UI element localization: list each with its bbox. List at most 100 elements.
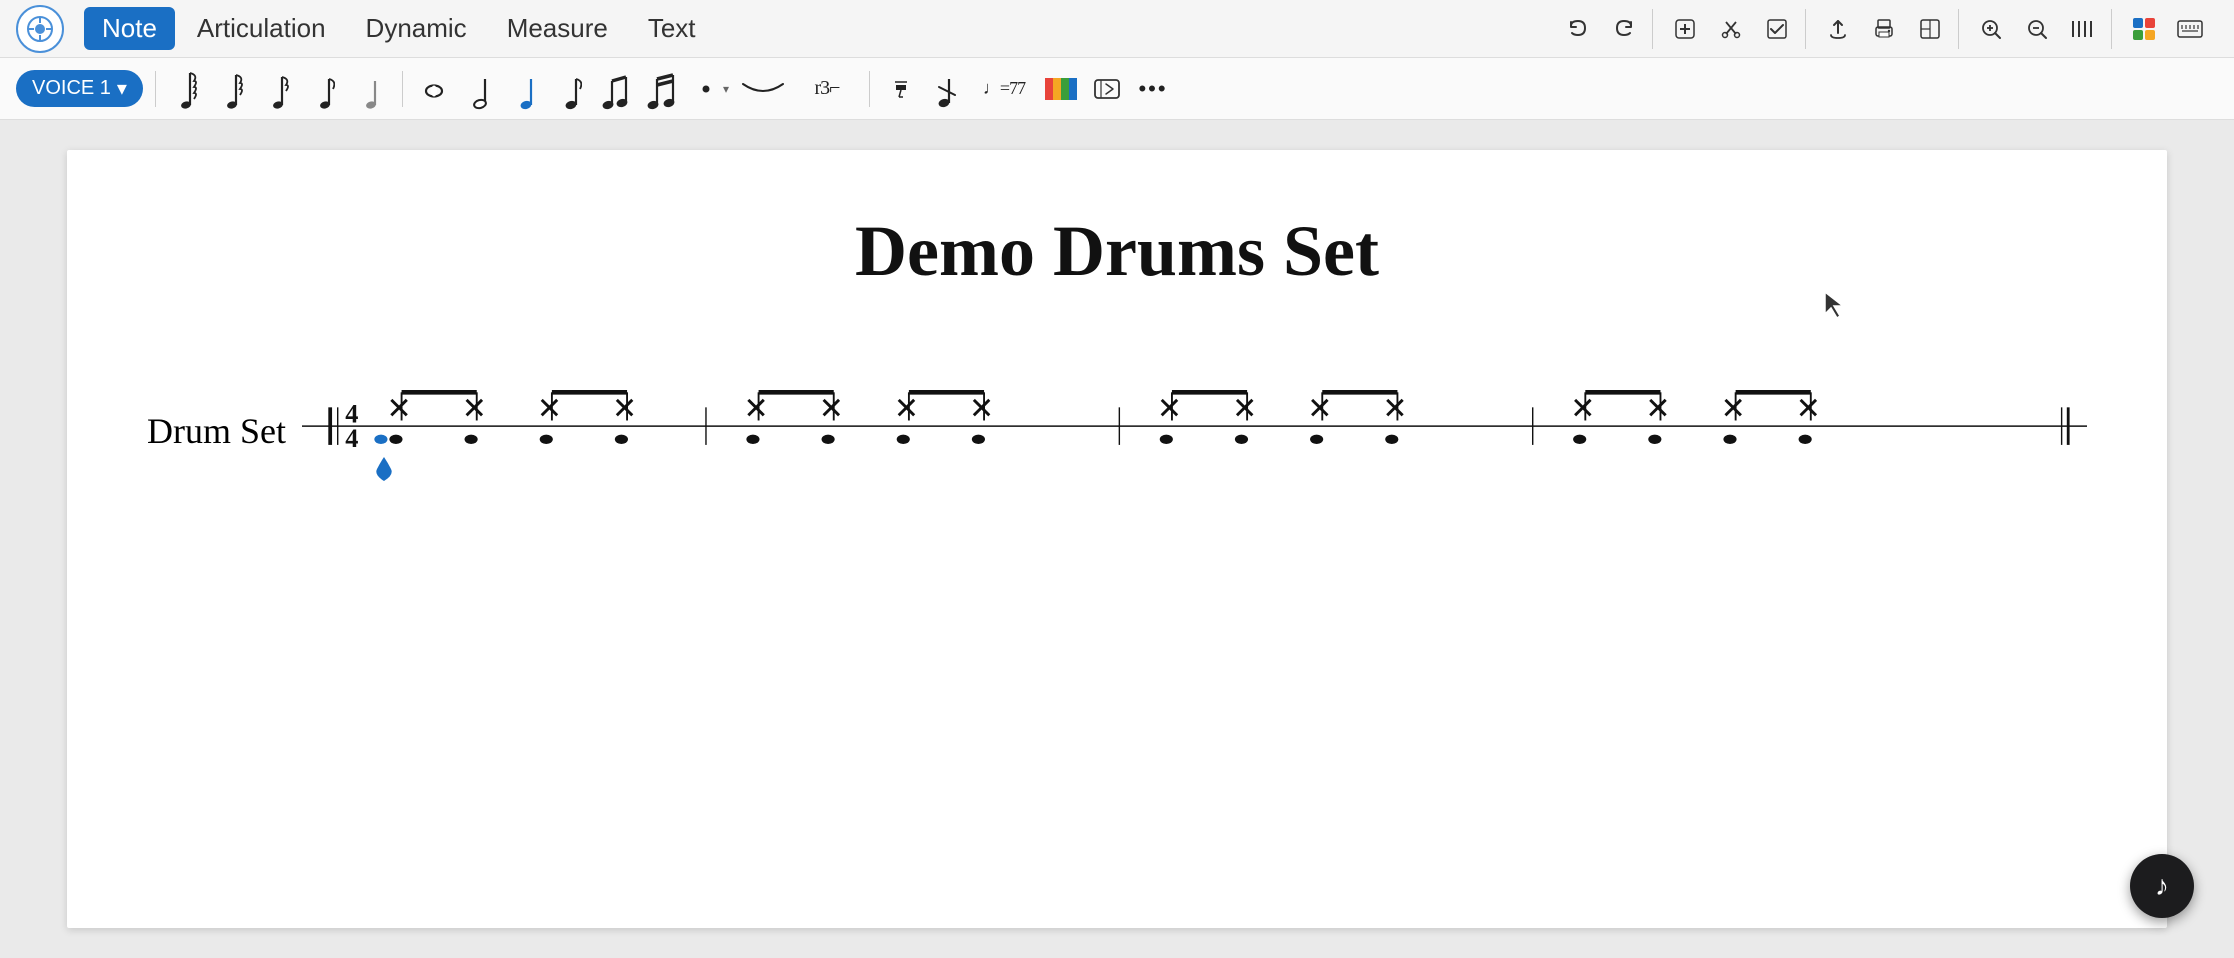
svg-text:✕: ✕	[387, 392, 412, 426]
toolbar-sep-3	[869, 71, 870, 107]
rest-icon	[892, 67, 910, 111]
barlines-icon	[2070, 18, 2096, 40]
note-32nd-icon	[222, 67, 244, 111]
svg-text:✕: ✕	[894, 392, 919, 426]
svg-text:✕: ✕	[1232, 392, 1257, 426]
add-icon	[1674, 18, 1696, 40]
zoom-out-button[interactable]	[2017, 9, 2057, 49]
zoom-in-icon	[1980, 18, 2002, 40]
note-64th-button[interactable]	[168, 67, 206, 111]
logo-icon	[26, 15, 54, 43]
more-button[interactable]: •••	[1134, 67, 1172, 111]
cursor-icon	[1823, 290, 1847, 320]
note-half-button[interactable]	[461, 67, 499, 111]
note-beamed16th-button[interactable]	[645, 67, 683, 111]
print-icon	[1873, 18, 1895, 40]
svg-text:✕: ✕	[1382, 392, 1407, 426]
rest-button[interactable]	[882, 67, 920, 111]
staff-svg: 4 4 ✕	[302, 373, 2087, 483]
floating-music-button[interactable]: ♪	[2130, 854, 2194, 918]
cut-button[interactable]	[1711, 9, 1751, 49]
note-beamed16th-icon	[647, 67, 681, 111]
metronome-button[interactable]: ♩=77	[974, 67, 1034, 111]
keyboard-icon	[2177, 18, 2203, 40]
note-quarter-dim-button[interactable]	[352, 67, 390, 111]
barlines-button[interactable]	[2063, 9, 2103, 49]
staff-container[interactable]: 4 4 ✕	[302, 373, 2087, 488]
tab-dynamic[interactable]: Dynamic	[348, 7, 485, 50]
blue-drop-indicator	[374, 455, 394, 488]
note-quarter-selected-button[interactable]	[507, 67, 545, 111]
tab-measure[interactable]: Measure	[489, 7, 626, 50]
svg-text:✕: ✕	[1157, 392, 1182, 426]
print-button[interactable]	[1864, 9, 1904, 49]
svg-text:✕: ✕	[537, 392, 562, 426]
tab-text[interactable]: Text	[630, 7, 714, 50]
note-eighth2-button[interactable]	[553, 67, 591, 111]
voice-selector[interactable]: VOICE 1 ▾	[16, 70, 143, 107]
score-page: Demo Drums Set Drum Set 4 4	[67, 150, 2167, 928]
tuplet-label: r3⌐	[815, 77, 840, 100]
keyboard-button[interactable]	[2170, 9, 2210, 49]
note-whole-button[interactable]	[415, 67, 453, 111]
toolbar-sep-1	[155, 71, 156, 107]
note-whole-icon	[423, 76, 445, 102]
cut-note-button[interactable]	[928, 67, 966, 111]
undo-icon	[1567, 18, 1589, 40]
metronome-label: ♩=77	[983, 78, 1025, 99]
note-eighth-button[interactable]	[306, 67, 344, 111]
svg-text:✕: ✕	[1796, 392, 1821, 426]
voice-dropdown-arrow: ▾	[117, 76, 127, 101]
top-nav-bar: Note Articulation Dynamic Measure Text	[0, 0, 2234, 58]
svg-text:✕: ✕	[462, 392, 487, 426]
main-content: Demo Drums Set Drum Set 4 4	[0, 120, 2234, 958]
note-64th-icon	[176, 67, 198, 111]
toolbar-sep-2	[402, 71, 403, 107]
layout-button[interactable]	[1910, 9, 1950, 49]
upload-icon	[1827, 18, 1849, 40]
svg-text:✕: ✕	[1307, 392, 1332, 426]
add-button[interactable]	[1665, 9, 1705, 49]
score-title: Demo Drums Set	[147, 210, 2087, 293]
colors-button[interactable]	[1042, 67, 1080, 111]
aug-dot-button[interactable]	[691, 67, 721, 111]
drop-icon	[374, 455, 394, 483]
check-button[interactable]	[1757, 9, 1797, 49]
tab-articulation[interactable]: Articulation	[179, 7, 344, 50]
logo-button[interactable]	[16, 5, 64, 53]
note-32nd-button[interactable]	[214, 67, 252, 111]
erase-icon	[1093, 76, 1121, 102]
erase-button[interactable]	[1088, 67, 1126, 111]
tuplet-button[interactable]: r3⌐	[797, 67, 857, 111]
instrument-label: Drum Set	[147, 410, 286, 452]
aug-dot-icon	[697, 80, 715, 98]
upload-button[interactable]	[1818, 9, 1858, 49]
mouse-cursor	[1823, 290, 1847, 325]
svg-text:✕: ✕	[1721, 392, 1746, 426]
zoom-in-button[interactable]	[1971, 9, 2011, 49]
note-beamed8th-button[interactable]	[599, 67, 637, 111]
svg-text:✕: ✕	[969, 392, 994, 426]
note-eighth-icon	[315, 67, 335, 111]
music-app-button[interactable]	[2124, 9, 2164, 49]
app-actions-group	[2116, 9, 2218, 49]
more-label: •••	[1138, 76, 1167, 102]
edit-actions-group	[1657, 9, 1806, 49]
slur-button[interactable]	[737, 67, 789, 111]
note-beamed8th-icon	[602, 67, 634, 111]
svg-text:✕: ✕	[744, 392, 769, 426]
tab-note[interactable]: Note	[84, 7, 175, 50]
note-half-icon	[471, 67, 489, 111]
note-16th-button[interactable]	[260, 67, 298, 111]
svg-text:4: 4	[345, 424, 358, 453]
layout-icon	[1919, 18, 1941, 40]
redo-button[interactable]	[1604, 9, 1644, 49]
music-app-icon	[2131, 16, 2157, 42]
svg-text:✕: ✕	[1570, 392, 1595, 426]
note-16th-icon	[268, 67, 290, 111]
note-toolbar: VOICE 1 ▾	[0, 58, 2234, 120]
aug-dot-dropdown-arrow[interactable]: ▾	[723, 82, 729, 96]
note-quarter-icon	[362, 67, 380, 111]
undo-button[interactable]	[1558, 9, 1598, 49]
zoom-out-icon	[2026, 18, 2048, 40]
